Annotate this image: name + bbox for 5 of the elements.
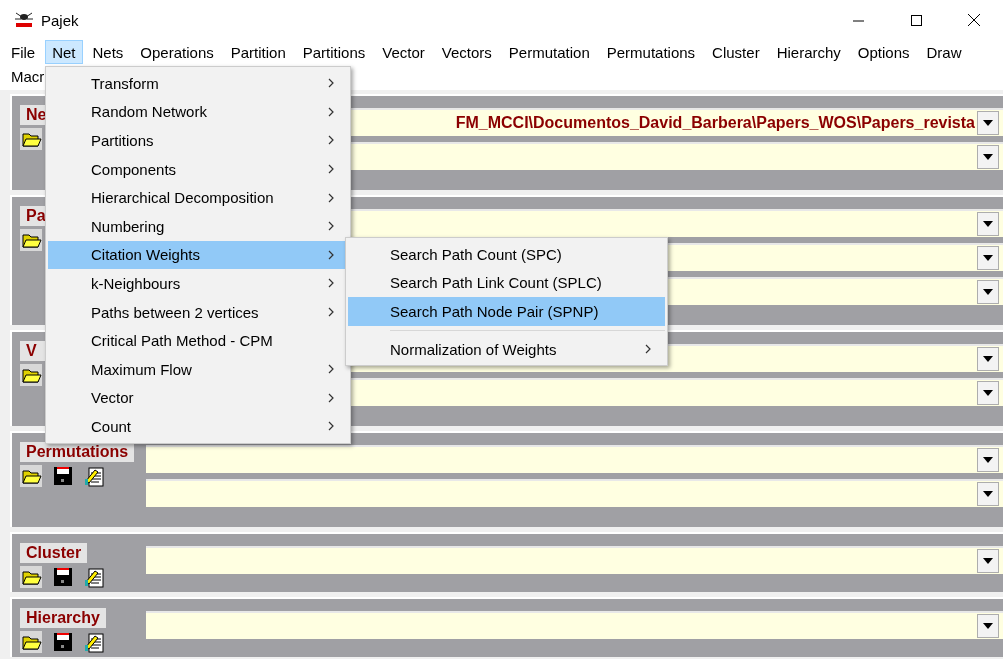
section-title: Hierarchy <box>20 608 106 628</box>
combo-value: FM_MCCI\Documentos_David_Barbera\Papers_WOS\Papers_revista <box>454 114 976 132</box>
window-title: Pajek <box>41 11 79 29</box>
section-title: Cluster <box>20 543 88 563</box>
section-title: Permutations <box>20 442 135 462</box>
